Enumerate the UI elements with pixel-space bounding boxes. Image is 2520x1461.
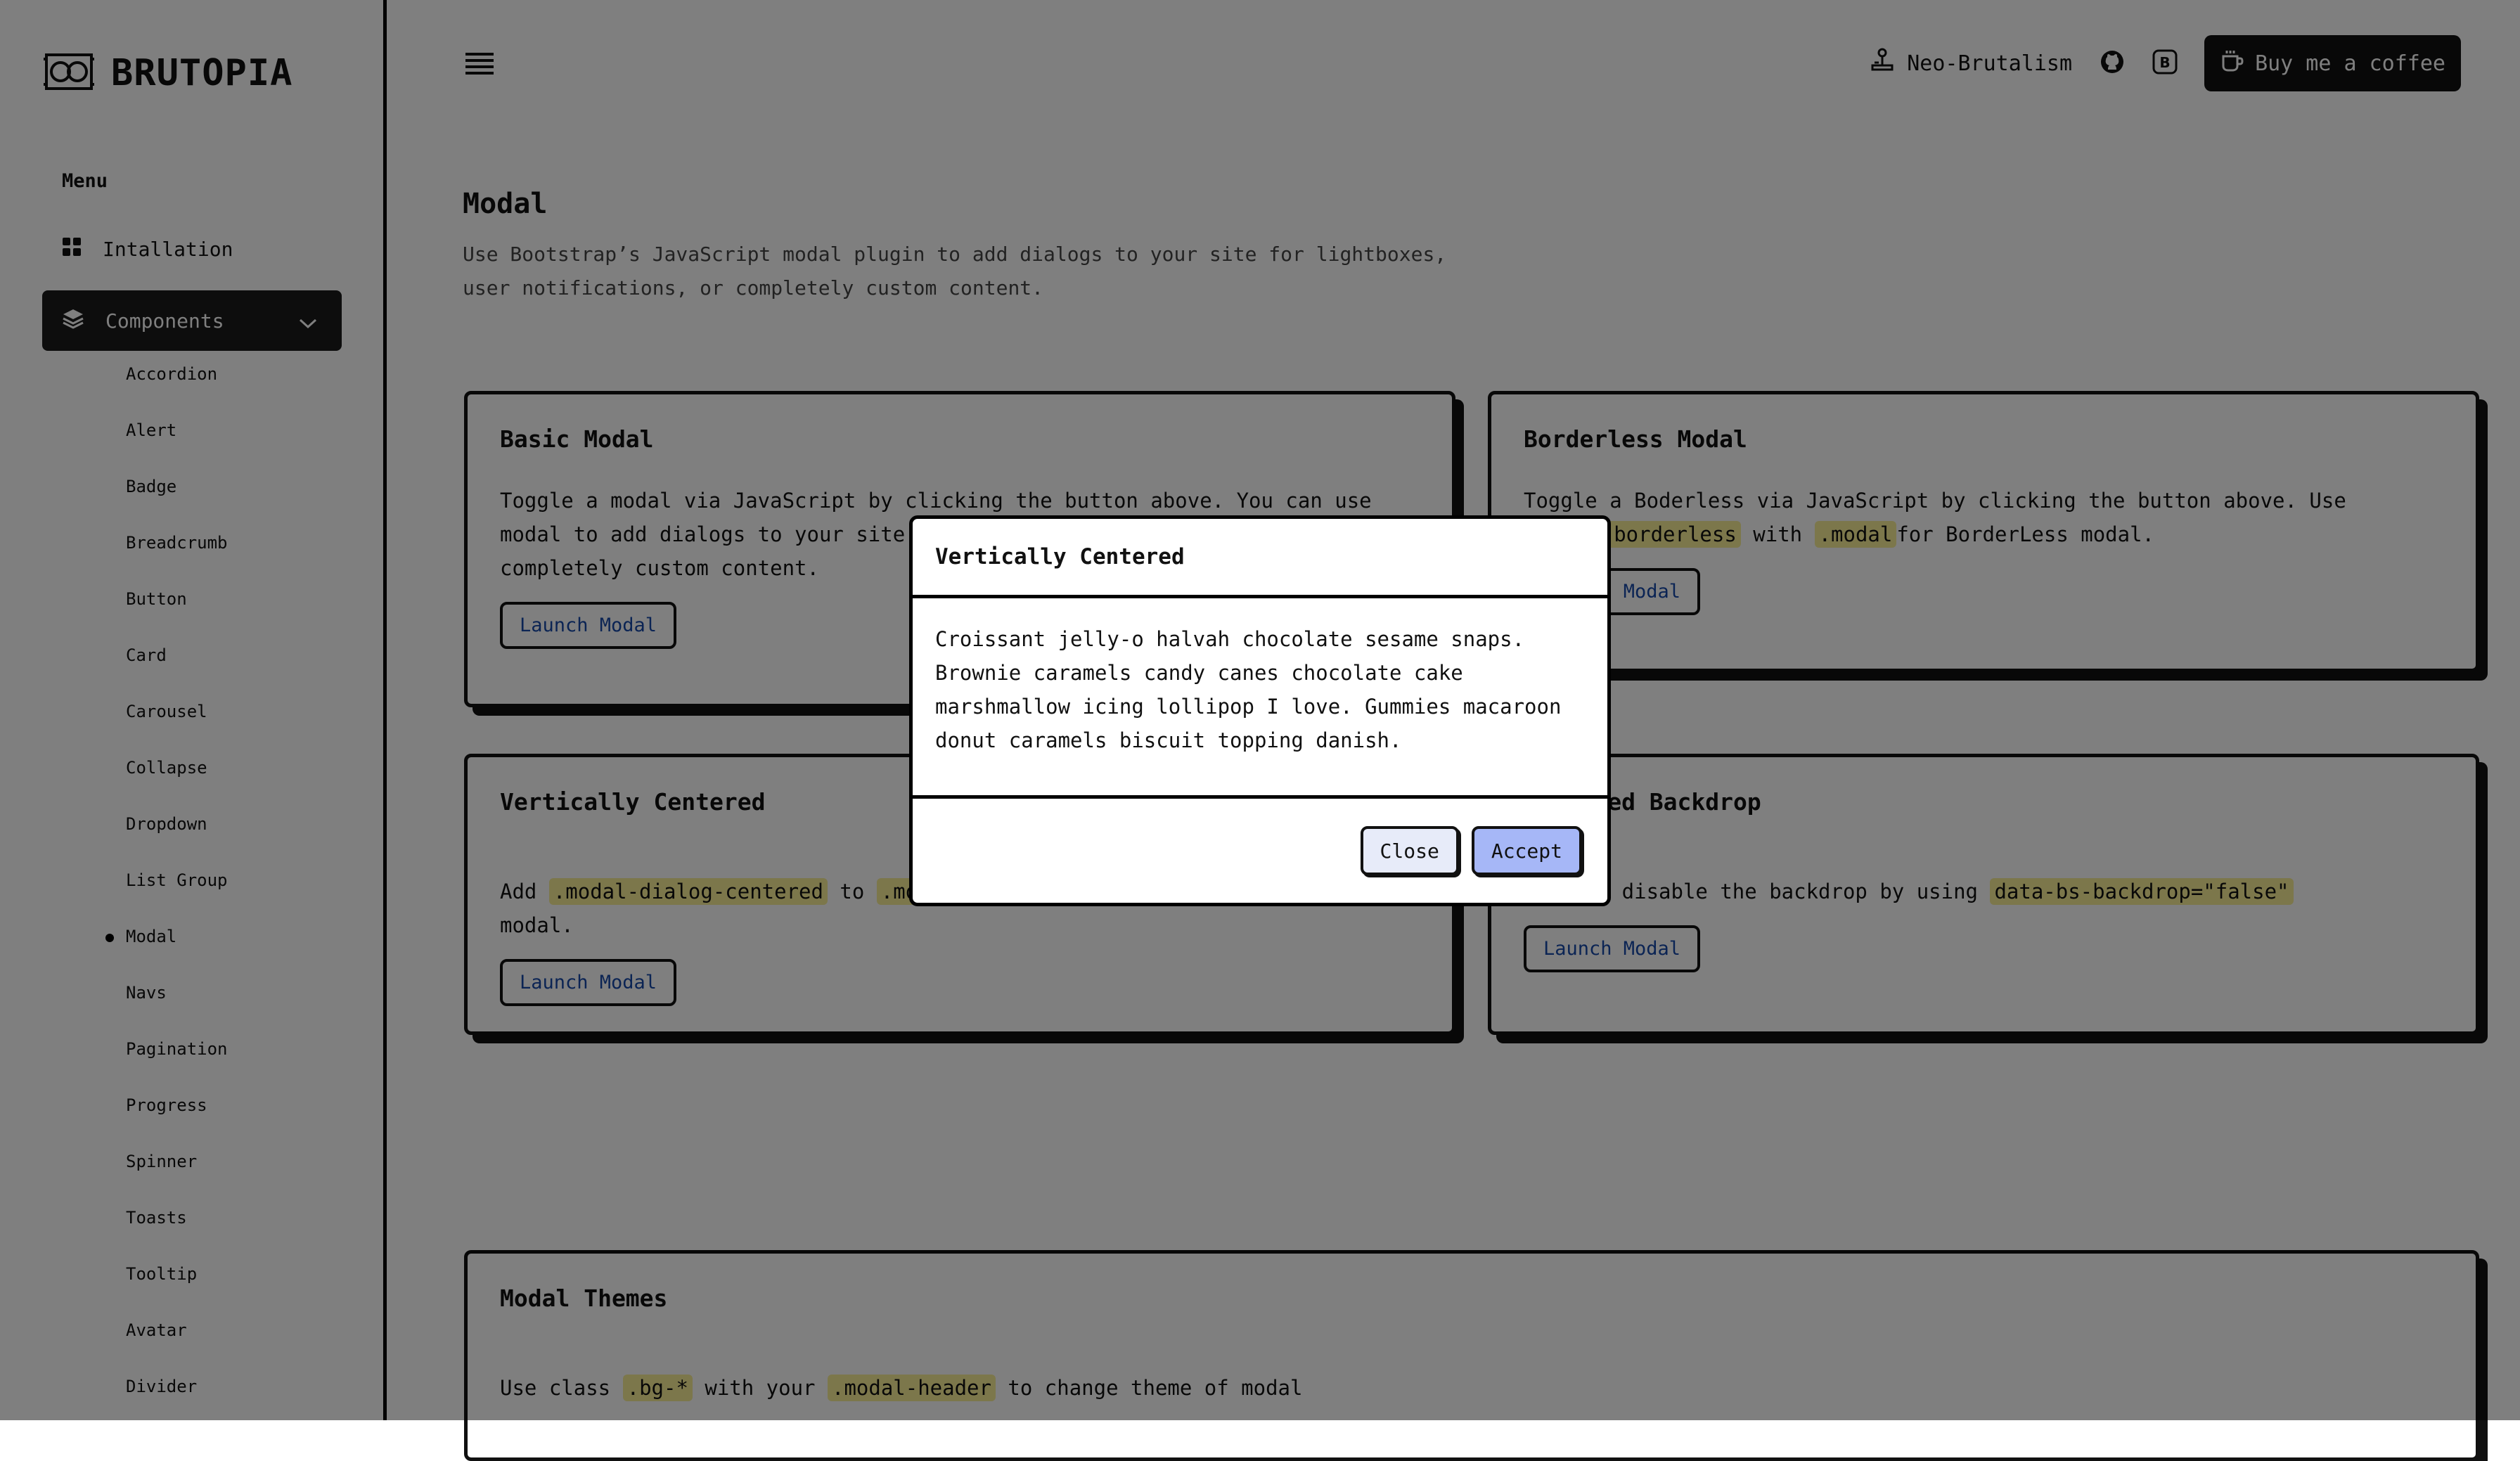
- vertically-centered-modal: Vertically Centered Croissant jelly-o ha…: [909, 515, 1611, 906]
- modal-footer: Close Accept: [913, 799, 1607, 903]
- accept-button[interactable]: Accept: [1471, 826, 1582, 875]
- modal-header: Vertically Centered: [913, 519, 1607, 598]
- modal-title: Vertically Centered: [935, 544, 1185, 569]
- close-button[interactable]: Close: [1360, 826, 1459, 875]
- modal-body: Croissant jelly-o halvah chocolate sesam…: [913, 598, 1607, 799]
- app: BRUTOPIA Menu Intallation: [0, 0, 2520, 1461]
